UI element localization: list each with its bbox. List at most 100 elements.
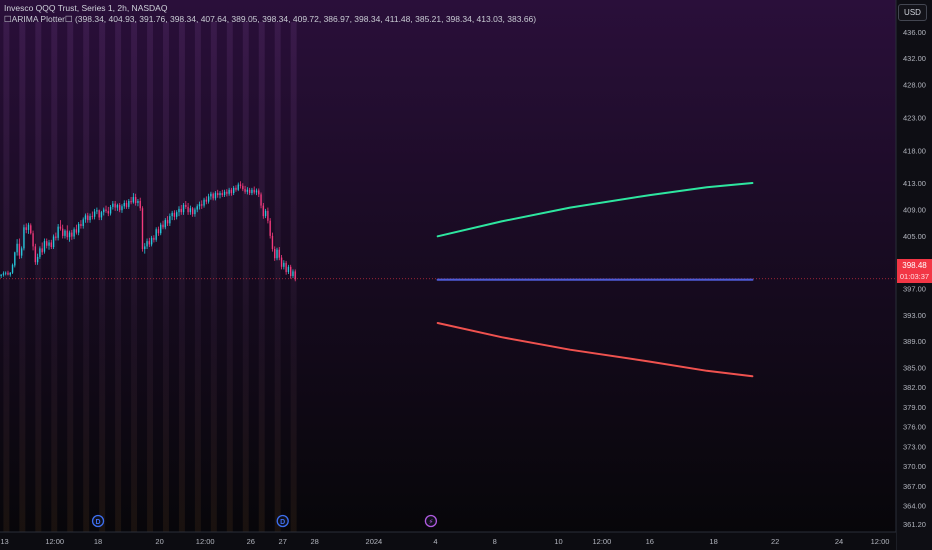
candle-body (55, 236, 57, 238)
time-tick-label: 12:00 (45, 537, 64, 546)
time-tick-label: 22 (771, 537, 779, 546)
time-tick-label: 20 (155, 537, 163, 546)
candle-body (2, 273, 5, 275)
candle-body (91, 216, 94, 217)
price-tick-label: 376.00 (903, 423, 926, 432)
candle-body (73, 229, 75, 237)
candle-body (187, 206, 189, 213)
candle-body (109, 206, 112, 214)
indicator-legend[interactable]: ☐ARIMA Plotter☐ (398.34, 404.93, 391.76,… (4, 14, 536, 25)
dividend-icon[interactable]: D (91, 514, 105, 528)
candle-body (43, 241, 46, 252)
currency-button[interactable]: USD (898, 4, 927, 21)
time-tick-label: 8 (493, 537, 497, 546)
candle-body (134, 197, 137, 203)
bar-countdown: 01:03:37 (899, 272, 930, 281)
candle-body (191, 208, 194, 215)
candle-body (146, 241, 148, 247)
candle-body (228, 189, 230, 194)
candle-body (285, 262, 287, 273)
candle-body (46, 241, 48, 246)
price-tick-label: 367.00 (903, 482, 926, 491)
session-stripe (274, 22, 281, 532)
earnings-flash-icon[interactable]: ⚡ (424, 514, 438, 528)
candle-body (39, 248, 41, 257)
candle-body (230, 189, 233, 194)
price-tick-label: 418.00 (903, 146, 926, 155)
candle-body (223, 191, 226, 196)
price-tick-label: 413.00 (903, 179, 926, 188)
price-tick-label: 428.00 (903, 81, 926, 90)
candle-body (100, 212, 103, 218)
chart-canvas[interactable]: 436.00 432.00 428.00 423.00 418.00 413.00 409.… (0, 0, 932, 550)
time-tick-label: 10 (554, 537, 562, 546)
candle-body (144, 246, 146, 250)
candle-body (84, 215, 87, 220)
candle-body (105, 209, 107, 211)
dividend-icon[interactable]: D (276, 514, 289, 528)
candle-body (116, 204, 119, 208)
session-stripe (210, 22, 217, 532)
session-stripe (35, 22, 42, 532)
candle-body (260, 194, 262, 206)
session-stripe (67, 22, 74, 532)
candle-body (93, 211, 96, 217)
price-tick-label: 409.00 (903, 206, 926, 215)
candle-body (166, 220, 169, 224)
chart-area[interactable]: 436.00 432.00 428.00 423.00 418.00 413.00 409.… (0, 0, 932, 550)
candle-body (217, 193, 219, 196)
symbol-title[interactable]: Invesco QQQ Trust, Series 1, 2h, NASDAQ (4, 3, 536, 14)
candle-body (269, 220, 271, 236)
candle-body (41, 248, 43, 253)
candle-body (27, 224, 30, 230)
candle-body (244, 189, 246, 192)
candle-body (258, 190, 260, 195)
time-tick-label: 27 (279, 537, 287, 546)
candle-body (205, 199, 208, 202)
time-tick-label: 4 (433, 537, 437, 546)
candle-body (71, 232, 73, 237)
candle-body (77, 224, 80, 233)
session-stripe (83, 22, 90, 532)
candle-body (23, 227, 25, 249)
candle-body (32, 233, 34, 247)
candle-body (164, 220, 166, 228)
candle-body (246, 189, 249, 192)
candle-body (180, 208, 182, 213)
candle-body (114, 203, 116, 208)
candle-body (221, 193, 223, 196)
candle-body (87, 215, 89, 221)
time-tick-label: 24 (835, 537, 843, 546)
candle-body (171, 212, 173, 217)
candle-body (239, 184, 242, 186)
candle-body (125, 202, 128, 207)
candle-body (130, 200, 132, 203)
candle-body (289, 266, 292, 277)
candle-body (89, 216, 91, 221)
candle-body (16, 243, 18, 253)
candle-body (212, 193, 214, 199)
candle-body (80, 224, 82, 226)
candle-body (271, 235, 274, 250)
candle-body (219, 193, 221, 196)
candle-body (255, 190, 258, 193)
candle-body (235, 187, 237, 190)
candle-body (207, 196, 210, 202)
time-tick-label: 13 (0, 537, 8, 546)
candle-body (96, 210, 98, 212)
candle-body (283, 262, 285, 267)
time-tick-label: 12:00 (196, 537, 215, 546)
candle-body (214, 193, 217, 199)
candle-body (64, 230, 66, 236)
session-stripe (242, 22, 249, 532)
session-stripe (258, 22, 265, 532)
candle-body (75, 229, 78, 233)
candle-body (278, 249, 280, 258)
candle-body (248, 189, 251, 194)
candle-body (34, 246, 37, 263)
candle-body (182, 204, 185, 213)
candle-body (9, 272, 11, 275)
candle-body (123, 202, 125, 207)
candle-body (68, 232, 71, 238)
session-stripe (163, 22, 169, 532)
